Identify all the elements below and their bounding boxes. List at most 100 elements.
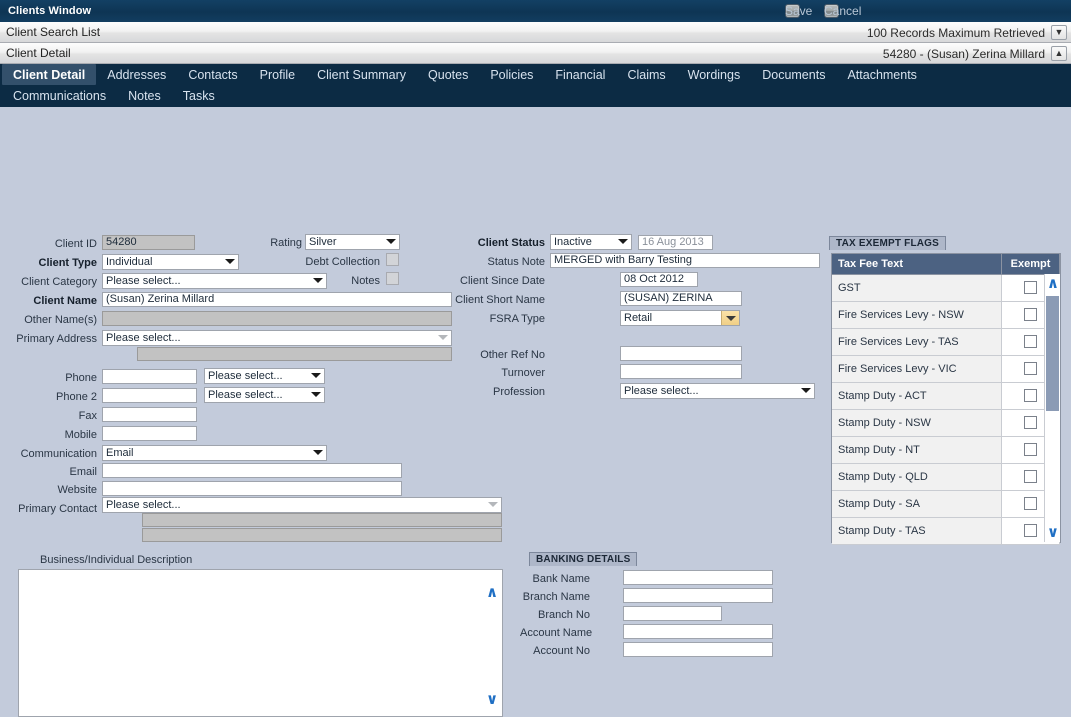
save-button[interactable]: Save xyxy=(785,4,812,18)
account-no-field[interactable] xyxy=(623,642,773,657)
other-ref-no-field[interactable] xyxy=(620,346,742,361)
fsra-type-dropdown[interactable]: Retail xyxy=(620,310,740,326)
mobile-field[interactable] xyxy=(102,426,197,441)
exempt-checkbox[interactable] xyxy=(1024,497,1037,510)
tax-fee-text-cell: Stamp Duty - ACT xyxy=(832,382,1002,410)
fsra-type-value: Retail xyxy=(624,312,653,324)
chevron-down-icon xyxy=(313,450,323,455)
client-type-dropdown[interactable]: Individual xyxy=(102,254,239,270)
tab-contacts[interactable]: Contacts xyxy=(177,64,248,85)
phone2-field[interactable] xyxy=(102,388,197,403)
table-row[interactable]: Fire Services Levy - VIC xyxy=(832,355,1060,383)
table-row[interactable]: Stamp Duty - ACT xyxy=(832,382,1060,410)
description-scroll-up-icon[interactable]: ∧ xyxy=(486,585,498,600)
client-since-date-label: Client Since Date xyxy=(460,275,545,287)
fax-label: Fax xyxy=(78,410,97,422)
table-row[interactable]: Fire Services Levy - TAS xyxy=(832,328,1060,356)
tab-tasks[interactable]: Tasks xyxy=(172,85,226,106)
other-names-label: Other Name(s) xyxy=(24,314,97,326)
account-name-field[interactable] xyxy=(623,624,773,639)
tab-addresses[interactable]: Addresses xyxy=(96,64,177,85)
table-row[interactable]: Fire Services Levy - NSW xyxy=(832,301,1060,329)
table-header-row: Tax Fee Text Exempt xyxy=(832,254,1060,275)
exempt-checkbox[interactable] xyxy=(1024,470,1037,483)
exempt-checkbox[interactable] xyxy=(1024,416,1037,429)
exempt-checkbox[interactable] xyxy=(1024,443,1037,456)
tab-documents[interactable]: Documents xyxy=(751,64,836,85)
exempt-checkbox[interactable] xyxy=(1024,281,1037,294)
tab-policies[interactable]: Policies xyxy=(479,64,544,85)
scroll-up-icon[interactable]: ∧ xyxy=(1046,276,1060,291)
phone-field[interactable] xyxy=(102,369,197,384)
client-category-value: Please select... xyxy=(106,275,181,287)
primary-address-dropdown[interactable]: Please select... xyxy=(102,330,452,346)
client-detail-strip[interactable]: Client Detail 54280 - (Susan) Zerina Mil… xyxy=(0,43,1071,64)
primary-address-line2-field xyxy=(137,347,452,361)
exempt-checkbox[interactable] xyxy=(1024,335,1037,348)
website-label: Website xyxy=(57,484,97,496)
communication-label: Communication xyxy=(20,448,97,460)
description-textarea[interactable] xyxy=(18,569,503,717)
fax-field[interactable] xyxy=(102,407,197,422)
status-note-field[interactable]: MERGED with Barry Testing xyxy=(550,253,820,268)
branch-no-field[interactable] xyxy=(623,606,722,621)
scroll-down-icon[interactable]: ∨ xyxy=(1046,525,1060,540)
tab-client-detail[interactable]: Client Detail xyxy=(2,64,97,85)
table-row[interactable]: Stamp Duty - QLD xyxy=(832,463,1060,491)
branch-name-field[interactable] xyxy=(623,588,773,603)
client-since-date-field[interactable]: 08 Oct 2012 xyxy=(620,272,698,287)
tab-financial[interactable]: Financial xyxy=(544,64,616,85)
tab-profile[interactable]: Profile xyxy=(249,64,306,85)
primary-address-value: Please select... xyxy=(106,332,181,344)
website-field[interactable] xyxy=(102,481,402,496)
column-header-tax-fee-text: Tax Fee Text xyxy=(832,254,1002,275)
table-row[interactable]: Stamp Duty - TAS xyxy=(832,517,1060,545)
table-row[interactable]: GST xyxy=(832,274,1060,302)
table-row[interactable]: Stamp Duty - NT xyxy=(832,436,1060,464)
primary-contact-dropdown[interactable]: Please select... xyxy=(102,497,502,513)
save-button-label: Save xyxy=(785,4,813,18)
chevron-down-icon[interactable]: ▼ xyxy=(1051,25,1067,40)
tab-client-summary[interactable]: Client Summary xyxy=(306,64,417,85)
banking-details-caption: BANKING DETAILS xyxy=(529,552,638,566)
tab-notes[interactable]: Notes xyxy=(117,85,172,106)
client-status-value: Inactive xyxy=(554,236,592,248)
chevron-up-icon[interactable]: ▲ xyxy=(1051,46,1067,61)
exempt-checkbox[interactable] xyxy=(1024,308,1037,321)
client-name-field[interactable]: (Susan) Zerina Millard xyxy=(102,292,452,307)
table-row[interactable]: Stamp Duty - SA xyxy=(832,490,1060,518)
cancel-button[interactable]: Cancel xyxy=(824,4,861,18)
exempt-checkbox[interactable] xyxy=(1024,389,1037,402)
client-status-dropdown[interactable]: Inactive xyxy=(550,234,632,250)
tab-row-secondary: Communications Notes Tasks xyxy=(0,85,1071,106)
exempt-checkbox[interactable] xyxy=(1024,362,1037,375)
client-type-value: Individual xyxy=(106,256,153,268)
profession-dropdown[interactable]: Please select... xyxy=(620,383,815,399)
turnover-field[interactable] xyxy=(620,364,742,379)
debt-collection-checkbox[interactable] xyxy=(386,253,399,266)
email-field[interactable] xyxy=(102,463,402,478)
client-id-field: 54280 xyxy=(102,235,195,250)
client-search-list-strip[interactable]: Client Search List 100 Records Maximum R… xyxy=(0,22,1071,43)
exempt-checkbox[interactable] xyxy=(1024,524,1037,537)
client-short-name-field[interactable]: (SUSAN) ZERINA xyxy=(620,291,742,306)
communication-dropdown[interactable]: Email xyxy=(102,445,327,461)
description-scroll-down-icon[interactable]: ∨ xyxy=(486,692,498,707)
phone-type-dropdown[interactable]: Please select... xyxy=(204,368,325,384)
tab-wordings[interactable]: Wordings xyxy=(677,64,752,85)
tab-quotes[interactable]: Quotes xyxy=(417,64,479,85)
table-row[interactable]: Stamp Duty - NSW xyxy=(832,409,1060,437)
tax-table-scrollbar[interactable]: ∧ ∨ xyxy=(1044,274,1060,542)
cancel-button-label: Cancel xyxy=(824,4,862,18)
profession-label: Profession xyxy=(493,386,545,398)
tab-claims[interactable]: Claims xyxy=(616,64,676,85)
tab-communications[interactable]: Communications xyxy=(2,85,117,106)
rating-dropdown[interactable]: Silver xyxy=(305,234,400,250)
account-name-label: Account Name xyxy=(520,627,593,639)
tab-attachments[interactable]: Attachments xyxy=(836,64,927,85)
scrollbar-thumb[interactable] xyxy=(1046,296,1059,411)
notes-flag-checkbox[interactable] xyxy=(386,272,399,285)
phone2-type-dropdown[interactable]: Please select... xyxy=(204,387,325,403)
bank-name-field[interactable] xyxy=(623,570,773,585)
chevron-down-icon[interactable] xyxy=(721,311,739,325)
